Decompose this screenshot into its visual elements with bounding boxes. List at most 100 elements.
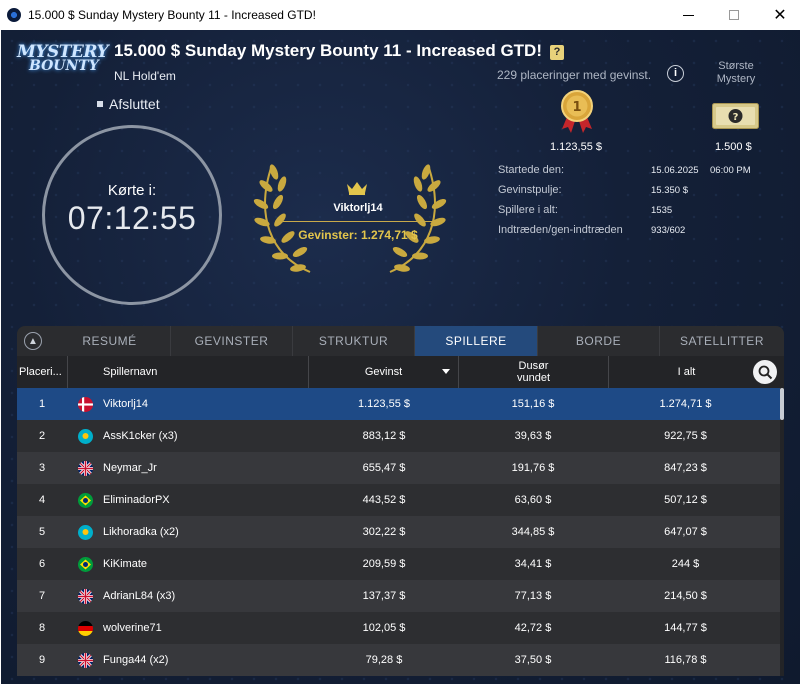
col-header-place[interactable]: Placeri...	[17, 356, 68, 388]
lobby-tabs: ▲ RESUMÉ GEVINSTER STRUKTUR SPILLERE BOR…	[17, 326, 784, 356]
col-header-total[interactable]: I alt	[609, 356, 764, 388]
table-row[interactable]: 4 EliminadorPX 443,52 $ 63,60 $ 507,12 $	[17, 484, 780, 516]
row-total: 647,07 $	[664, 526, 707, 538]
germany-flag-icon	[78, 620, 93, 636]
col-header-bounty-line-1: Dusør	[518, 360, 549, 372]
row-position: 9	[38, 654, 46, 666]
row-bounty: 151,16 $	[511, 398, 555, 410]
info-icon[interactable]: i	[667, 65, 684, 82]
row-bounty: 37,50 $	[514, 654, 552, 666]
table-row[interactable]: 6 KiKimate 209,59 $ 34,41 $ 244 $	[17, 548, 780, 580]
largest-label-line-1: Største	[718, 60, 754, 72]
tab-borde[interactable]: BORDE	[538, 326, 660, 356]
scrollbar-thumb[interactable]	[780, 388, 784, 420]
stat-started-date: 15.06.2025	[651, 165, 699, 176]
maximize-button[interactable]	[711, 0, 757, 30]
brazil-flag-icon	[78, 492, 93, 508]
row-prize: 1.123,55 $	[358, 398, 410, 410]
largest-label-line-2: Mystery	[716, 73, 756, 85]
table-row[interactable]: 1 Viktorlj14 1.123,55 $ 151,16 $ 1.274,71 $	[17, 388, 780, 420]
row-bounty: 191,76 $	[511, 462, 555, 474]
tab-satellitter[interactable]: SATELLITTER	[660, 326, 784, 356]
row-total: 144,77 $	[664, 622, 707, 634]
table-row[interactable]: 9 Funga44 (x2) 79,28 $ 37,50 $ 116,78 $	[17, 644, 780, 676]
row-player-name: KiKimate	[103, 558, 148, 570]
tournament-info-icon[interactable]: ?	[550, 45, 564, 60]
table-row[interactable]: 2 AssK1cker (x3) 883,12 $ 39,63 $ 922,75 $	[17, 420, 780, 452]
lobby-panel: ▲ RESUMÉ GEVINSTER STRUKTUR SPILLERE BOR…	[17, 326, 784, 676]
laurel-wreath-icon	[253, 164, 447, 273]
table-row[interactable]: 7 AdrianL84 (x3) 137,37 $ 77,13 $ 214,50 $	[17, 580, 780, 612]
row-prize: 209,59 $	[362, 558, 406, 570]
tournament-status: Afsluttet	[97, 96, 160, 112]
row-total: 244 $	[671, 558, 700, 570]
largest-mystery-value: 1.500 $	[715, 141, 752, 153]
row-position: 3	[38, 462, 46, 474]
app-icon	[7, 8, 21, 22]
uk-flag-icon	[78, 588, 93, 604]
table-row[interactable]: 5 Likhoradka (x2) 302,22 $ 344,85 $ 647,07 $	[17, 516, 780, 548]
row-flag	[78, 644, 94, 676]
close-button[interactable]: ✕	[757, 0, 801, 30]
row-flag	[78, 612, 94, 644]
tab-struktur[interactable]: STRUKTUR	[293, 326, 415, 356]
maximize-icon	[729, 10, 739, 20]
stat-prizepool-label: Gevinstpulje:	[498, 184, 562, 196]
table-row[interactable]: 8 wolverine71 102,05 $ 42,72 $ 144,77 $	[17, 612, 780, 644]
row-bounty: 344,85 $	[511, 526, 555, 538]
row-position: 1	[38, 398, 46, 410]
search-button[interactable]	[753, 360, 777, 384]
row-prize: 102,05 $	[362, 622, 406, 634]
first-prize-value: 1.123,55 $	[550, 141, 602, 153]
tournament-lobby: MYSTERY BOUNTY 15.000 $ Sunday Mystery B…	[1, 30, 800, 684]
col-header-name[interactable]: Spillernavn	[68, 356, 309, 388]
row-player-name: wolverine71	[103, 622, 162, 634]
kazakhstan-flag-icon	[78, 428, 93, 444]
row-total: 847,23 $	[664, 462, 707, 474]
tournament-title-text: 15.000 $ Sunday Mystery Bounty 11 - Incr…	[114, 41, 542, 60]
col-header-bounty[interactable]: Dusør vundet	[459, 356, 609, 388]
winner-name: Viktorlj14	[333, 202, 383, 214]
uk-flag-icon	[78, 652, 93, 668]
tab-resume[interactable]: RESUMÉ	[49, 326, 171, 356]
clock-time: 07:12:55	[67, 200, 197, 236]
row-total: 1.274,71 $	[659, 398, 712, 410]
sort-desc-icon	[442, 369, 450, 374]
row-player-name: Funga44 (x2)	[103, 654, 169, 666]
kazakhstan-flag-icon	[78, 524, 93, 540]
status-label: Afsluttet	[109, 96, 160, 112]
tab-spillere[interactable]: SPILLERE	[415, 326, 538, 356]
brazil-flag-icon	[78, 556, 93, 572]
duration-clock: Kørte i: 07:12:55	[42, 125, 222, 305]
row-player-name: Viktorlj14	[103, 398, 149, 410]
row-prize: 883,12 $	[362, 430, 406, 442]
row-prize: 79,28 $	[365, 654, 403, 666]
largest-mystery-label: Største Mystery	[706, 60, 766, 86]
tab-gevinster[interactable]: GEVINSTER	[171, 326, 293, 356]
row-flag	[78, 484, 94, 516]
stat-entries-value: 933/602	[651, 225, 686, 236]
minimize-button[interactable]	[665, 0, 711, 30]
stat-started-time: 06:00 PM	[710, 165, 751, 176]
crown-icon	[347, 182, 367, 195]
row-flag	[78, 420, 94, 452]
stat-prizepool-value: 15.350 $	[651, 185, 688, 196]
row-position: 2	[38, 430, 46, 442]
winner-prize: Gevinster: 1.274,71 $	[298, 228, 418, 242]
row-prize: 655,47 $	[362, 462, 406, 474]
chevron-up-icon: ▲	[24, 332, 42, 350]
stat-players-value: 1535	[651, 205, 673, 216]
tournament-title: 15.000 $ Sunday Mystery Bounty 11 - Incr…	[114, 41, 564, 61]
row-prize: 137,37 $	[362, 590, 406, 602]
winner-divider	[283, 221, 433, 222]
row-bounty: 63,60 $	[514, 494, 552, 506]
collapse-button[interactable]: ▲	[17, 326, 49, 356]
table-row[interactable]: 3 Neymar_Jr 655,47 $ 191,76 $ 847,23 $	[17, 452, 780, 484]
stat-entries-label: Indtræden/gen-indtræden	[498, 224, 623, 236]
logo-line-2: BOUNTY	[29, 58, 99, 75]
uk-flag-icon	[78, 460, 93, 476]
row-flag	[78, 388, 94, 420]
col-header-prize[interactable]: Gevinst	[309, 356, 459, 388]
row-prize: 443,52 $	[362, 494, 406, 506]
stat-players-label: Spillere i alt:	[498, 204, 558, 216]
